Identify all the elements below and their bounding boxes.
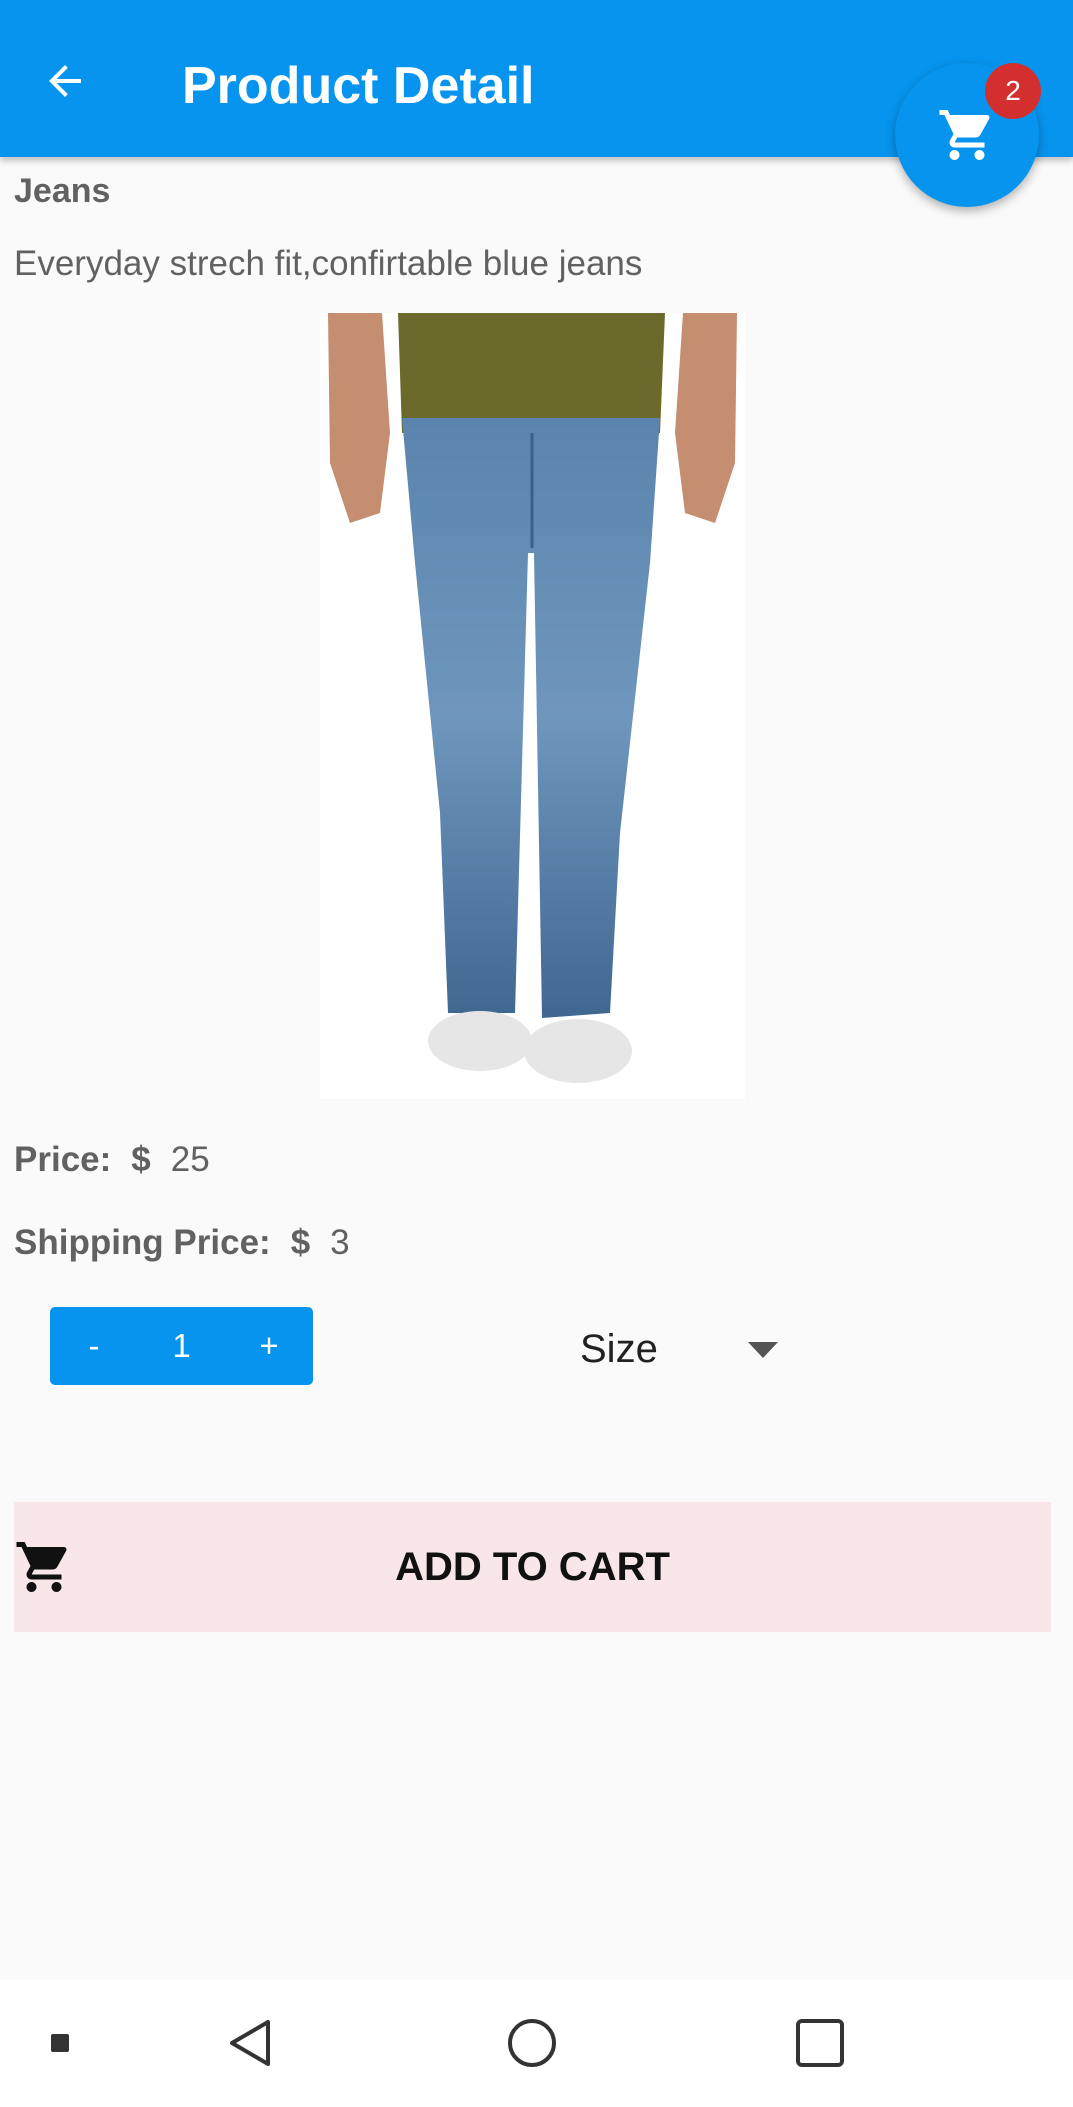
shipping-price-label: Shipping Price: xyxy=(14,1223,271,1262)
shopping-cart-icon xyxy=(939,110,990,160)
quantity-stepper: - 1 + xyxy=(50,1307,313,1385)
system-nav-bar xyxy=(0,1980,1073,2107)
add-to-cart-button[interactable]: ADD TO CART xyxy=(14,1502,1051,1632)
home-circle-icon xyxy=(508,2019,556,2067)
price-currency: $ xyxy=(131,1140,151,1179)
product-description: Everyday strech fit,confirtable blue jea… xyxy=(14,244,643,283)
size-dropdown[interactable]: Size xyxy=(580,1320,780,1378)
price-value: 25 xyxy=(170,1140,210,1179)
nav-back-button[interactable] xyxy=(210,2003,290,2083)
price-label: Price: xyxy=(14,1140,112,1179)
arrow-back-icon xyxy=(49,65,81,97)
size-dropdown-label: Size xyxy=(580,1326,658,1371)
shipping-price-row: Shipping Price: $ 3 xyxy=(14,1223,350,1263)
shipping-price-currency: $ xyxy=(290,1223,311,1262)
back-button[interactable] xyxy=(30,46,100,116)
nav-extra-button[interactable] xyxy=(40,2015,80,2071)
nav-recents-button[interactable] xyxy=(780,2003,860,2083)
nav-home-button[interactable] xyxy=(492,2003,572,2083)
price-row: Price: $ 25 xyxy=(14,1140,210,1180)
shipping-price-value: 3 xyxy=(330,1223,350,1262)
decrement-button[interactable]: - xyxy=(50,1307,138,1385)
small-square-icon xyxy=(51,2034,69,2052)
dropdown-arrow-icon xyxy=(748,1342,778,1358)
quantity-value: 1 xyxy=(172,1327,191,1364)
product-name: Jeans xyxy=(14,172,111,210)
back-triangle-icon xyxy=(230,2020,270,2066)
increment-button[interactable]: + xyxy=(225,1307,313,1385)
cart-count-badge: 2 xyxy=(985,63,1041,119)
page-title: Product Detail xyxy=(182,57,535,115)
product-image xyxy=(320,313,745,1099)
blue-jeans-product-photo xyxy=(328,313,737,1083)
recents-square-icon xyxy=(796,2019,844,2067)
add-to-cart-label: ADD TO CART xyxy=(395,1544,670,1589)
